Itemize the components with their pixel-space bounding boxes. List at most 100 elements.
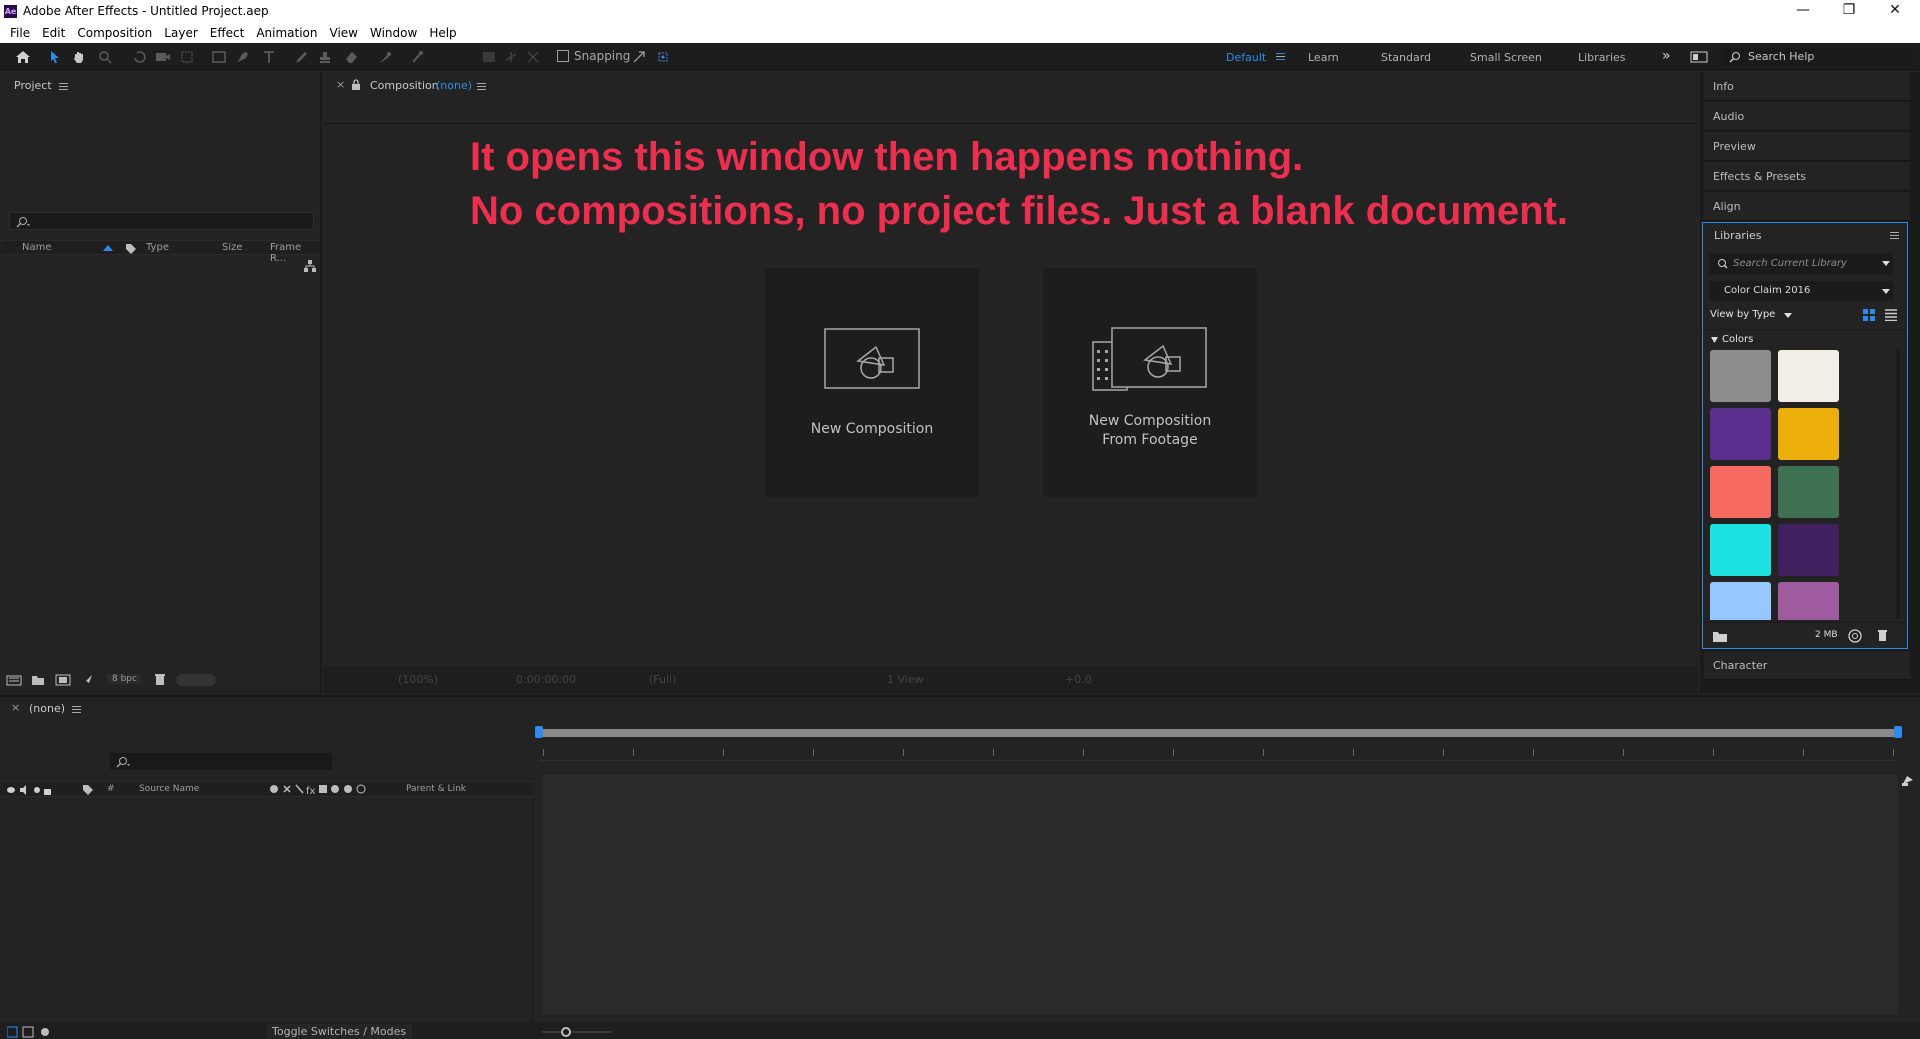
workspace-standard[interactable]: Standard xyxy=(1381,51,1431,64)
project-tab[interactable]: Project xyxy=(14,79,52,92)
color-swatch[interactable] xyxy=(1710,524,1771,576)
timeline-zoom-handle[interactable] xyxy=(561,1027,571,1037)
brush-tool-icon[interactable] xyxy=(292,48,310,66)
list-view-icon[interactable] xyxy=(1885,309,1897,321)
work-area-end-handle[interactable] xyxy=(1894,726,1902,738)
search-help-field[interactable]: Search Help xyxy=(1722,48,1912,66)
current-time-display[interactable]: 0:00:00:00 xyxy=(516,673,576,686)
preview-panel-tab[interactable]: Preview xyxy=(1704,132,1910,161)
timeline-tab-label[interactable]: (none) xyxy=(29,702,65,715)
new-composition-from-footage-card[interactable]: New Composition From Footage xyxy=(1043,268,1257,497)
character-panel-tab[interactable]: Character xyxy=(1704,651,1910,680)
color-swatch[interactable] xyxy=(1710,582,1771,620)
label-tag-icon[interactable] xyxy=(82,784,94,795)
menu-file[interactable]: File xyxy=(4,26,36,40)
minimize-button[interactable]: — xyxy=(1780,0,1826,22)
library-scrollbar[interactable] xyxy=(1896,350,1900,618)
selection-tool-icon[interactable] xyxy=(46,48,64,66)
column-parent-link[interactable]: Parent & Link xyxy=(406,784,466,794)
magnification-dropdown[interactable]: (100%) xyxy=(398,673,438,686)
label-tag-icon[interactable] xyxy=(125,243,137,254)
composition-tab-name[interactable]: (none) xyxy=(436,79,472,92)
av-switches-icons[interactable] xyxy=(6,785,56,795)
info-panel-tab[interactable]: Info xyxy=(1704,72,1910,101)
time-ruler[interactable] xyxy=(539,741,1898,761)
work-area-bar[interactable] xyxy=(539,729,1898,737)
effects-presets-panel-tab[interactable]: Effects & Presets xyxy=(1704,162,1910,191)
timeline-panel-menu-icon[interactable] xyxy=(72,706,81,713)
view-axis-icon[interactable] xyxy=(524,48,542,66)
timeline-search-input[interactable] xyxy=(110,753,332,770)
timeline-zoom-slider[interactable] xyxy=(542,1031,612,1033)
audio-panel-tab[interactable]: Audio xyxy=(1704,102,1910,131)
more-workspaces-icon[interactable]: » xyxy=(1662,48,1671,64)
new-folder-icon[interactable] xyxy=(31,674,45,686)
chevron-down-icon[interactable] xyxy=(1882,261,1890,266)
menu-view[interactable]: View xyxy=(324,26,364,40)
color-swatch[interactable] xyxy=(1778,350,1839,402)
close-tab-icon[interactable]: × xyxy=(11,701,20,714)
snapping-toggle[interactable]: Snapping xyxy=(557,49,630,63)
project-search-input[interactable] xyxy=(9,212,314,230)
project-panel-menu-icon[interactable] xyxy=(59,83,68,90)
trash-icon[interactable] xyxy=(1877,629,1888,642)
workspace-menu-icon[interactable] xyxy=(1276,53,1285,60)
snap-edges-icon[interactable] xyxy=(630,48,648,66)
library-select[interactable]: Color Claim 2016 xyxy=(1710,281,1893,301)
lock-icon[interactable] xyxy=(351,79,361,90)
thumbnail-size-slider[interactable] xyxy=(176,674,216,686)
workspace-small-screen[interactable]: Small Screen xyxy=(1470,51,1542,64)
creative-cloud-sync-icon[interactable] xyxy=(1847,629,1863,643)
new-composition-icon[interactable] xyxy=(55,674,71,686)
libraries-panel-menu-icon[interactable] xyxy=(1890,232,1899,239)
menu-effect[interactable]: Effect xyxy=(204,26,251,40)
menu-edit[interactable]: Edit xyxy=(36,26,71,40)
project-bit-depth[interactable]: 8 bpc xyxy=(107,674,142,684)
chevron-down-icon[interactable] xyxy=(1784,313,1792,318)
workspace-learn[interactable]: Learn xyxy=(1308,51,1339,64)
color-swatch[interactable] xyxy=(1778,582,1839,620)
pen-tool-icon[interactable] xyxy=(234,48,252,66)
close-window-button[interactable]: ✕ xyxy=(1872,0,1918,22)
color-swatch[interactable] xyxy=(1710,350,1771,402)
rotate-tool-icon[interactable] xyxy=(130,48,148,66)
zoom-tool-icon[interactable] xyxy=(96,48,114,66)
roto-brush-tool-icon[interactable] xyxy=(376,48,394,66)
composition-panel-menu-icon[interactable] xyxy=(477,83,486,90)
close-tab-icon[interactable]: × xyxy=(336,78,345,91)
flowchart-icon[interactable] xyxy=(304,260,316,272)
maximize-button[interactable]: ❐ xyxy=(1826,0,1872,22)
render-queue-icon[interactable] xyxy=(80,673,94,687)
view-layout-dropdown[interactable]: 1 View xyxy=(887,673,924,686)
local-axis-icon[interactable] xyxy=(480,48,498,66)
libraries-tab[interactable]: Libraries xyxy=(1714,229,1762,242)
snap-features-icon[interactable] xyxy=(654,48,672,66)
folder-icon[interactable] xyxy=(1713,631,1727,642)
new-composition-card[interactable]: New Composition xyxy=(765,268,979,497)
clone-stamp-tool-icon[interactable] xyxy=(316,48,334,66)
comp-marker-bin-icon[interactable] xyxy=(1901,774,1915,786)
column-number[interactable]: # xyxy=(107,784,115,794)
align-panel-tab[interactable]: Align xyxy=(1704,192,1910,221)
column-size[interactable]: Size xyxy=(222,242,243,253)
color-swatch[interactable] xyxy=(1778,466,1839,518)
interpret-footage-icon[interactable] xyxy=(6,674,22,686)
camera-tool-icon[interactable] xyxy=(154,48,172,66)
grid-view-icon[interactable] xyxy=(1863,309,1875,321)
sort-ascending-icon[interactable] xyxy=(103,245,113,251)
library-search-input[interactable]: Search Current Library xyxy=(1710,253,1893,275)
menu-help[interactable]: Help xyxy=(423,26,462,40)
layer-switches-icons[interactable]: fx xyxy=(269,784,389,795)
color-swatch[interactable] xyxy=(1710,408,1771,460)
work-area-start-handle[interactable] xyxy=(535,726,543,738)
home-icon[interactable] xyxy=(14,48,32,66)
menu-layer[interactable]: Layer xyxy=(158,26,203,40)
color-swatch[interactable] xyxy=(1710,466,1771,518)
color-swatch[interactable] xyxy=(1778,524,1839,576)
menu-animation[interactable]: Animation xyxy=(250,26,323,40)
timeline-footer-icons[interactable] xyxy=(7,1026,51,1038)
column-name[interactable]: Name xyxy=(22,242,52,253)
workspace-libraries[interactable]: Libraries xyxy=(1578,51,1626,64)
type-tool-icon[interactable] xyxy=(260,48,278,66)
workspace-default[interactable]: Default xyxy=(1226,51,1266,64)
